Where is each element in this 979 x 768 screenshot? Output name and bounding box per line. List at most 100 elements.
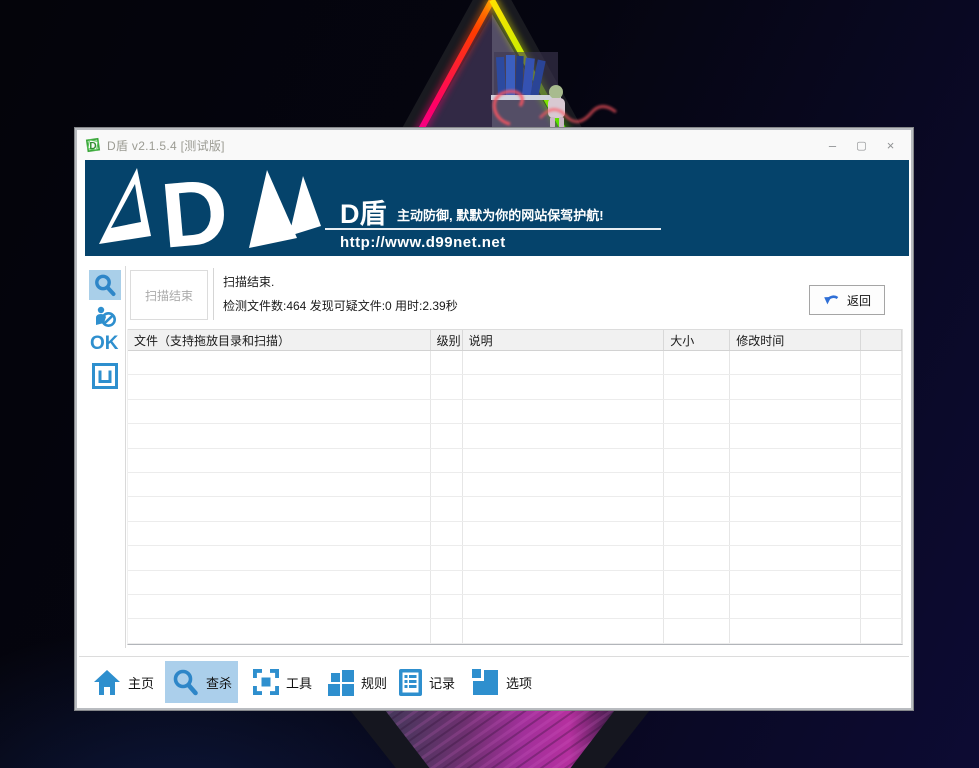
app-window: D D盾 v2.1.5.4 [测试版] – ▢ × D D盾 主动防御, 默默为… [75, 128, 913, 710]
table-cell [431, 424, 463, 447]
table-row[interactable] [128, 473, 902, 497]
table-cell [431, 351, 463, 374]
table-cell [463, 449, 665, 472]
column-header[interactable]: 修改时间 [730, 330, 861, 350]
column-header[interactable]: 级别 [431, 330, 463, 350]
dshield-logo-icon: D [91, 164, 335, 252]
minimize-button[interactable]: – [818, 133, 847, 157]
sidebar-quarantine-button[interactable] [89, 302, 121, 332]
table-cell [861, 619, 902, 642]
table-cell [463, 497, 665, 520]
scan-magnifier-icon [171, 668, 199, 696]
table-cell [128, 522, 431, 545]
table-cell [431, 571, 463, 594]
table-cell [664, 449, 730, 472]
table-row[interactable] [128, 619, 902, 643]
table-cell [861, 375, 902, 398]
table-cell [664, 424, 730, 447]
undo-arrow-icon [823, 292, 840, 309]
results-table: 文件（支持拖放目录和扫描）级别说明大小修改时间 [127, 329, 903, 645]
column-header[interactable]: 文件（支持拖放目录和扫描） [128, 330, 431, 350]
column-header[interactable] [861, 330, 902, 350]
table-cell [431, 522, 463, 545]
desktop-floor-corner [0, 710, 979, 768]
column-header[interactable]: 说明 [463, 330, 665, 350]
table-row[interactable] [128, 522, 902, 546]
tab-rules-label: 规则 [361, 673, 387, 692]
tab-log[interactable]: 记录 [393, 661, 461, 703]
table-cell [463, 424, 665, 447]
titlebar[interactable]: D D盾 v2.1.5.4 [测试版] – ▢ × [77, 130, 911, 160]
tab-home-label: 主页 [128, 673, 154, 692]
table-cell [431, 595, 463, 618]
table-cell [431, 497, 463, 520]
table-header-row: 文件（支持拖放目录和扫描）级别说明大小修改时间 [128, 329, 902, 351]
table-cell [861, 522, 902, 545]
tab-options[interactable]: 选项 [466, 661, 538, 703]
tab-scan[interactable]: 查杀 [165, 661, 238, 703]
table-row[interactable] [128, 449, 902, 473]
table-row[interactable] [128, 424, 902, 448]
column-header[interactable]: 大小 [664, 330, 730, 350]
scan-finished-button[interactable]: 扫描结束 [130, 270, 208, 320]
sidebar-box-button[interactable] [89, 361, 121, 391]
sidebar-ok-label[interactable]: OK [90, 333, 119, 355]
table-cell [128, 619, 431, 642]
table-cell [861, 571, 902, 594]
magnifier-icon [93, 273, 117, 297]
table-cell [861, 449, 902, 472]
scan-result-summary: 检测文件数:464 发现可疑文件:0 用时:2.39秒 [223, 297, 458, 314]
back-button[interactable]: 返回 [809, 285, 885, 315]
rules-icon [327, 669, 354, 696]
table-row[interactable] [128, 351, 902, 375]
table-cell [730, 619, 861, 642]
table-row[interactable] [128, 400, 902, 424]
table-cell [730, 473, 861, 496]
close-button[interactable]: × [876, 133, 905, 157]
table-cell [128, 497, 431, 520]
table-cell [730, 351, 861, 374]
tab-tools-label: 工具 [286, 673, 312, 692]
back-button-label: 返回 [847, 292, 871, 309]
table-cell [664, 571, 730, 594]
tab-tools[interactable]: 工具 [247, 661, 318, 703]
table-row[interactable] [128, 546, 902, 570]
table-cell [664, 595, 730, 618]
table-row[interactable] [128, 497, 902, 521]
table-cell [664, 619, 730, 642]
table-cell [463, 595, 665, 618]
toolbar-divider [79, 656, 909, 657]
table-cell [128, 351, 431, 374]
table-cell [664, 522, 730, 545]
svg-text:D: D [89, 141, 96, 152]
table-cell [861, 400, 902, 423]
table-cell [463, 473, 665, 496]
table-cell [463, 619, 665, 642]
brand-banner: D D盾 主动防御, 默默为你的网站保驾护航! http://www.d99ne… [85, 160, 909, 256]
scan-status-line: 扫描结束. [223, 273, 274, 290]
table-cell [128, 424, 431, 447]
table-cell [730, 424, 861, 447]
app-icon: D [85, 137, 101, 153]
table-row[interactable] [128, 571, 902, 595]
table-cell [128, 375, 431, 398]
brand-url[interactable]: http://www.d99net.net [340, 234, 506, 251]
table-cell [730, 571, 861, 594]
maximize-button[interactable]: ▢ [847, 133, 876, 157]
brand-slogan: 主动防御, 默默为你的网站保驾护航! [397, 205, 604, 224]
table-cell [730, 497, 861, 520]
tab-rules[interactable]: 规则 [321, 661, 393, 703]
table-cell [431, 619, 463, 642]
tab-home[interactable]: 主页 [87, 661, 160, 703]
table-cell [861, 546, 902, 569]
table-cell [861, 497, 902, 520]
table-row[interactable] [128, 375, 902, 399]
table-row[interactable] [128, 595, 902, 619]
tab-scan-label: 查杀 [206, 673, 232, 692]
tools-icon [253, 669, 279, 695]
sidebar-scan-button[interactable] [89, 270, 121, 300]
table-cell [664, 351, 730, 374]
table-cell [128, 400, 431, 423]
table-cell [431, 546, 463, 569]
window-title: D盾 v2.1.5.4 [测试版] [107, 137, 225, 154]
